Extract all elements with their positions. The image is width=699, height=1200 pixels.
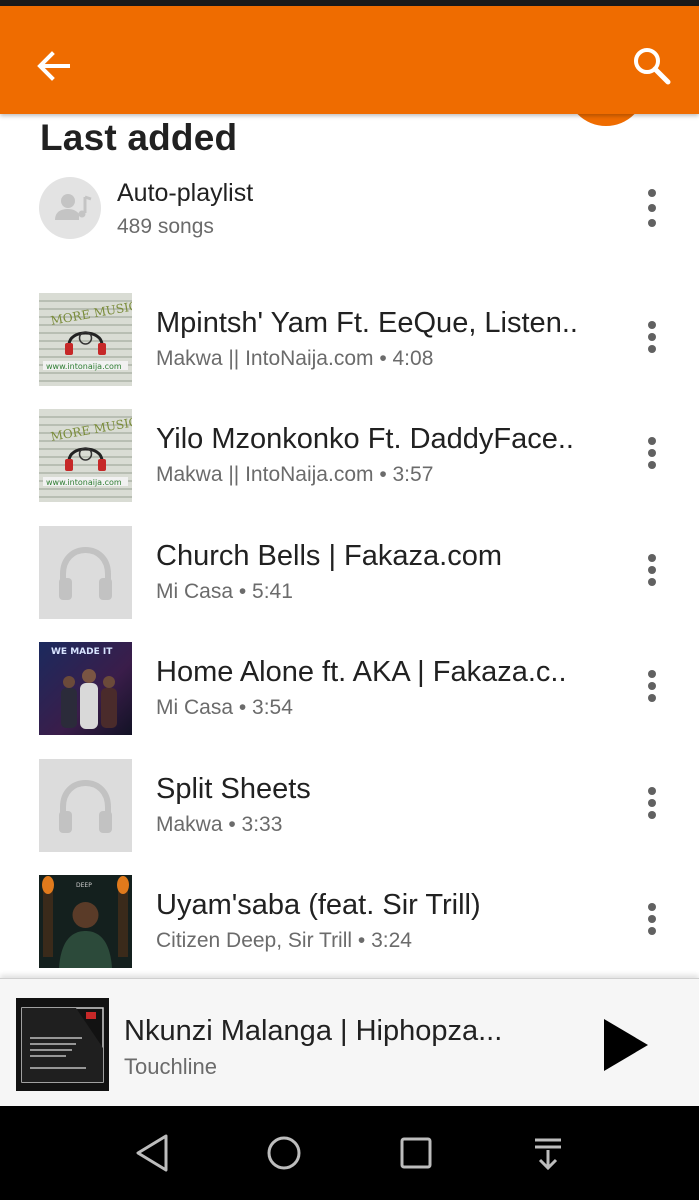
- song-title: Church Bells | Fakaza.com: [156, 540, 502, 572]
- more-vert-icon[interactable]: [637, 783, 667, 829]
- svg-text:WE MADE IT: WE MADE IT: [51, 647, 113, 657]
- song-title: Uyam'saba (feat. Sir Trill): [156, 889, 481, 921]
- headphones-placeholder-icon: [39, 526, 132, 619]
- now-playing-album-art: [16, 998, 109, 1091]
- song-subtitle: Makwa || IntoNaija.com • 3:57: [156, 463, 434, 486]
- page-title: Last added: [40, 117, 238, 158]
- now-playing-bar[interactable]: Nkunzi Malanga | Hiphopza... Touchline: [0, 978, 699, 1107]
- song-row[interactable]: MORE MUSIC www.intonaija.com Yilo Mzonko…: [0, 409, 699, 525]
- song-row[interactable]: Church Bells | Fakaza.com Mi Casa • 5:41: [0, 526, 699, 642]
- song-title: Home Alone ft. AKA | Fakaza.c..: [156, 656, 567, 688]
- home-circle-icon[interactable]: [261, 1130, 307, 1176]
- song-row[interactable]: Split Sheets Makwa • 3:33: [0, 759, 699, 875]
- song-title: Split Sheets: [156, 773, 311, 805]
- more-vert-icon[interactable]: [637, 666, 667, 712]
- song-subtitle: Mi Casa • 3:54: [156, 696, 293, 719]
- song-row[interactable]: DEEP Uyam'saba (feat. Sir Trill) Citizen…: [0, 875, 699, 991]
- search-icon[interactable]: [630, 44, 674, 88]
- song-subtitle: Citizen Deep, Sir Trill • 3:24: [156, 929, 412, 952]
- more-vert-icon[interactable]: [637, 433, 667, 479]
- song-row[interactable]: MORE MUSIC www.intonaija.com Mpintsh' Ya…: [0, 293, 699, 409]
- arrow-back-icon[interactable]: [34, 46, 74, 86]
- song-row[interactable]: WE MADE IT Home Alone ft. AKA | Fakaza.c…: [0, 642, 699, 758]
- playlist-song-count: 489 songs: [117, 215, 214, 238]
- system-nav-bar: [0, 1106, 699, 1200]
- svg-text:www.intonaija.com: www.intonaija.com: [46, 478, 122, 487]
- headphones-placeholder-icon: [39, 759, 132, 852]
- recents-square-icon[interactable]: [393, 1130, 439, 1176]
- person-music-icon: [39, 177, 101, 239]
- more-vert-icon[interactable]: [637, 899, 667, 945]
- more-music-intonaija-art: MORE MUSIC www.intonaija.com: [39, 293, 132, 386]
- notification-pulldown-icon[interactable]: [525, 1130, 571, 1176]
- more-vert-icon[interactable]: [637, 186, 667, 232]
- now-playing-title: Nkunzi Malanga | Hiphopza...: [124, 1015, 503, 1047]
- song-title: Yilo Mzonkonko Ft. DaddyFace..: [156, 423, 574, 455]
- back-triangle-icon[interactable]: [130, 1130, 176, 1176]
- svg-text:www.intonaija.com: www.intonaija.com: [46, 362, 122, 371]
- now-playing-artist: Touchline: [124, 1054, 217, 1079]
- playlist-type-label: Auto-playlist: [117, 179, 254, 207]
- citizen-deep-album-art: DEEP: [39, 875, 132, 968]
- song-subtitle: Makwa || IntoNaija.com • 4:08: [156, 347, 434, 370]
- song-subtitle: Makwa • 3:33: [156, 813, 283, 836]
- more-vert-icon[interactable]: [637, 550, 667, 596]
- more-vert-icon[interactable]: [637, 317, 667, 363]
- song-title: Mpintsh' Yam Ft. EeQue, Listen..: [156, 307, 578, 339]
- we-made-it-album-art: WE MADE IT: [39, 642, 132, 735]
- more-music-intonaija-art: MORE MUSIC www.intonaija.com: [39, 409, 132, 502]
- app-bar: [0, 6, 699, 114]
- play-icon[interactable]: [596, 1015, 654, 1075]
- song-subtitle: Mi Casa • 5:41: [156, 580, 293, 603]
- svg-text:DEEP: DEEP: [76, 882, 92, 889]
